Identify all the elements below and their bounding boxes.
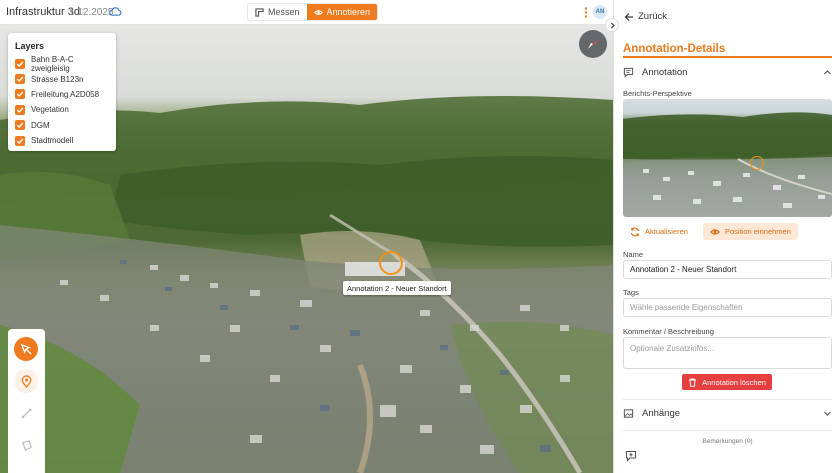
- layer-item[interactable]: DGM: [15, 118, 109, 133]
- trash-icon: [689, 378, 697, 387]
- more-options-icon[interactable]: [584, 7, 588, 18]
- layers-title: Layers: [15, 41, 45, 51]
- annotation-section-header[interactable]: Annotation: [623, 65, 832, 79]
- map-tool-column: [8, 329, 45, 473]
- chevron-right-icon: [610, 22, 615, 28]
- add-comment-icon[interactable]: [625, 450, 637, 462]
- layer-label: Strasse B123n: [31, 74, 84, 84]
- annotation-marker[interactable]: [379, 251, 403, 275]
- area-tool-button[interactable]: [14, 433, 38, 457]
- app-window: Infrastruktur 3d 1.12.2025 Messen Annoti…: [0, 0, 840, 473]
- top-bar: Infrastruktur 3d 1.12.2025 Messen Annoti…: [0, 0, 613, 25]
- take-position-button[interactable]: Position einnehmen: [703, 223, 798, 240]
- eye-refresh-icon: [710, 228, 720, 235]
- measure-label: Messen: [268, 7, 300, 17]
- annotate-button[interactable]: Annotieren: [306, 4, 378, 20]
- layer-item[interactable]: Bahn B-A-C zweigleisig: [15, 54, 109, 73]
- annotation-map-label[interactable]: Annotation 2 - Neuer Standort: [343, 281, 451, 295]
- checkbox-checked-icon[interactable]: [15, 58, 25, 69]
- update-label: Aktualisieren: [645, 227, 688, 236]
- comment-field[interactable]: Optionale Zusatzinfos...: [623, 337, 832, 369]
- checkbox-checked-icon[interactable]: [15, 89, 25, 100]
- line-tool-button[interactable]: [14, 401, 38, 425]
- cloud-icon[interactable]: [109, 6, 122, 17]
- mode-switch: Messen Annotieren: [247, 3, 379, 21]
- back-label: Zurück: [638, 11, 668, 22]
- location-pin-icon: [21, 374, 31, 388]
- panel-title: Annotation-Details: [623, 43, 726, 55]
- name-field[interactable]: Annotation 2 - Neuer Standort: [623, 260, 832, 279]
- image-icon: [623, 408, 634, 418]
- compass-button[interactable]: [579, 30, 607, 58]
- checkbox-checked-icon[interactable]: [15, 135, 25, 146]
- chevron-down-icon: [824, 411, 831, 416]
- layer-item[interactable]: Vegetation: [15, 102, 109, 117]
- perspective-preview-scene: [623, 112, 832, 217]
- comment-icon: [623, 67, 634, 78]
- refresh-icon: [630, 227, 640, 236]
- checkbox-checked-icon[interactable]: [15, 74, 25, 85]
- tags-field[interactable]: Wähle passende Eigenschaften: [623, 298, 832, 317]
- compass-icon: [588, 39, 598, 49]
- arrow-left-icon: [624, 12, 633, 21]
- checkbox-checked-icon[interactable]: [15, 104, 25, 115]
- layer-item[interactable]: Stadtmodell: [15, 133, 109, 148]
- comment-label: Kommentar / Beschreibung: [623, 327, 714, 336]
- section-divider: [623, 399, 832, 400]
- title-underline: [623, 56, 832, 58]
- layers-panel: Layers Bahn B-A-C zweigleisig Strasse B1…: [8, 33, 116, 151]
- layer-item[interactable]: Strasse B123n: [15, 71, 109, 86]
- ruler-icon: [255, 7, 264, 17]
- chevron-up-icon: [824, 69, 831, 74]
- annotate-tool-button[interactable]: [14, 337, 38, 361]
- layer-label: Vegetation: [31, 105, 69, 115]
- delete-label: Annotation löschen: [702, 377, 766, 387]
- section-divider: [623, 430, 832, 431]
- project-date: 1.12.2025: [69, 7, 114, 18]
- take-position-label: Position einnehmen: [725, 227, 791, 236]
- user-avatar[interactable]: AN: [593, 5, 607, 19]
- layer-label: Stadtmodell: [31, 136, 74, 146]
- layer-label: Bahn B-A-C zweigleisig: [31, 54, 74, 73]
- collapse-panel-button[interactable]: [605, 18, 619, 32]
- line-tool-icon: [21, 408, 31, 418]
- tags-label: Tags: [623, 288, 639, 297]
- name-label: Name: [623, 250, 644, 259]
- update-button[interactable]: Aktualisieren: [623, 223, 695, 240]
- remarks-count: Bemerkungen (0): [702, 438, 753, 445]
- perspective-preview-image: [623, 99, 832, 217]
- annotate-icon: [313, 9, 323, 15]
- delete-annotation-button[interactable]: Annotation löschen: [682, 374, 772, 390]
- annotation-section-label: Annotation: [642, 66, 688, 78]
- measure-button[interactable]: Messen: [248, 4, 307, 20]
- map-3d-view[interactable]: Layers Bahn B-A-C zweigleisig Strasse B1…: [0, 25, 613, 473]
- attachments-section-header[interactable]: Anhänge: [623, 406, 832, 420]
- annotate-label: Annotieren: [326, 7, 371, 17]
- attachments-label: Anhänge: [642, 407, 681, 419]
- back-button[interactable]: Zurück: [624, 11, 667, 22]
- checkbox-checked-icon[interactable]: [15, 120, 25, 131]
- preview-annotation-marker: [750, 156, 764, 170]
- annotate-tool-icon: [20, 343, 32, 355]
- location-tool-button[interactable]: [14, 369, 38, 393]
- layer-item[interactable]: Freileitung A2D058: [15, 87, 109, 102]
- layer-label: Freileitung A2D058: [31, 89, 100, 99]
- perspective-label: Berichts-Perspektive: [623, 89, 692, 98]
- annotation-details-panel: Zurück Annotation-Details Annotation Ber…: [613, 0, 840, 473]
- area-tool-icon: [21, 439, 32, 451]
- layer-label: DGM: [31, 120, 50, 130]
